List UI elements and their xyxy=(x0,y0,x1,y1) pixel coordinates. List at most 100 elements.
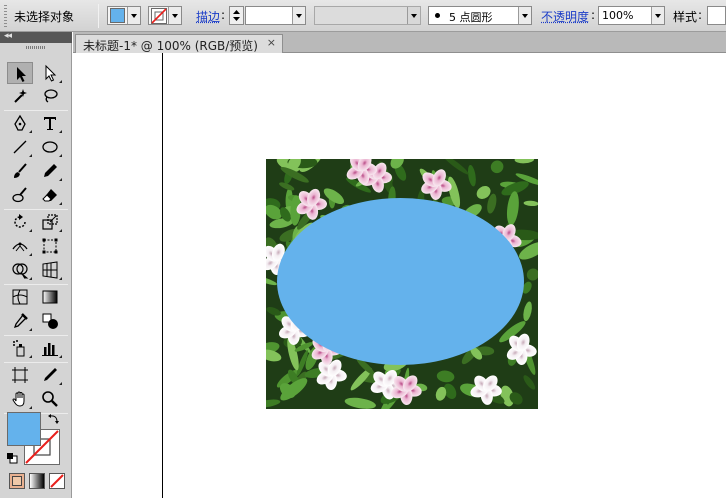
opacity-panel-link[interactable]: 不透明度 xyxy=(541,8,589,25)
perspective-grid-tool[interactable] xyxy=(37,259,63,281)
colon: : xyxy=(591,8,596,22)
zoom-tool[interactable] xyxy=(37,388,63,410)
stroke-panel-link[interactable]: 描边 xyxy=(196,8,220,25)
free-transform-icon xyxy=(42,238,58,254)
hand-tool[interactable] xyxy=(7,388,33,410)
artboard-icon xyxy=(12,367,28,383)
selection-status: 未选择对象 xyxy=(14,10,75,24)
type-tool[interactable] xyxy=(37,112,63,134)
selection-tool[interactable] xyxy=(7,62,33,84)
magic-wand-tool[interactable] xyxy=(7,85,33,107)
document-tab-bar: 未标题-1* @ 100% (RGB/预览) × xyxy=(73,32,726,53)
fill-color-swatch[interactable] xyxy=(7,412,41,446)
free-transform-tool[interactable] xyxy=(37,235,63,257)
tools-panel-header[interactable]: ◂◂ xyxy=(0,31,72,43)
width-tool[interactable] xyxy=(7,235,33,257)
gradient-mode-button[interactable] xyxy=(29,473,45,489)
none-mode-button[interactable] xyxy=(49,473,65,489)
ellipse-tool[interactable] xyxy=(37,136,63,158)
mesh-icon xyxy=(12,289,28,305)
gradient-tool[interactable] xyxy=(37,286,63,308)
selected-ellipse-shape[interactable] xyxy=(277,198,524,365)
width-tool-icon xyxy=(12,242,28,252)
colon: : xyxy=(698,8,703,22)
gradient-icon xyxy=(42,290,58,304)
color-swatch-icon xyxy=(12,476,22,486)
chevron-down-icon[interactable] xyxy=(292,7,305,24)
hand-icon xyxy=(12,391,25,407)
selection-arrow-icon xyxy=(17,67,26,82)
scale-icon xyxy=(42,214,58,230)
rotate-tool[interactable] xyxy=(7,211,33,233)
rotate-icon xyxy=(14,214,26,228)
opacity-field[interactable]: 100% xyxy=(598,6,665,25)
chevron-down-icon[interactable] xyxy=(651,7,664,24)
slice-tool[interactable] xyxy=(37,364,63,386)
pen-tool[interactable] xyxy=(7,112,33,134)
type-t-icon xyxy=(44,117,56,130)
chevron-down-icon[interactable] xyxy=(127,7,140,24)
blend-tool[interactable] xyxy=(37,310,63,332)
swap-fill-stroke-icon[interactable] xyxy=(48,413,60,425)
artboard-edge xyxy=(162,53,163,498)
blend-icon xyxy=(42,313,58,329)
close-icon[interactable]: × xyxy=(267,36,276,49)
tools-panel-grip[interactable] xyxy=(26,46,46,49)
line-segment-icon xyxy=(13,140,27,154)
direct-selection-arrow-icon xyxy=(45,64,57,82)
chevron-down-icon[interactable] xyxy=(518,7,531,24)
default-fill-stroke-icon[interactable] xyxy=(6,452,18,464)
lasso-tool[interactable] xyxy=(37,85,63,107)
line-segment-tool[interactable] xyxy=(7,136,33,158)
eyedropper-icon xyxy=(13,313,28,329)
stroke-color-button[interactable] xyxy=(148,6,182,25)
style-label: 样式 xyxy=(673,10,698,24)
magnifier-icon xyxy=(42,391,58,407)
round-brush-icon xyxy=(435,13,440,18)
direct-selection-tool[interactable] xyxy=(37,62,63,84)
shape-builder-tool[interactable] xyxy=(7,259,33,281)
artboard-tool[interactable] xyxy=(7,364,33,386)
none-swatch-icon xyxy=(151,8,167,24)
shape-builder-icon xyxy=(12,263,29,279)
paintbrush-tool[interactable] xyxy=(7,160,33,182)
symbol-sprayer-icon xyxy=(13,340,25,357)
brush-definition-dropdown[interactable]: 5 点圆形 xyxy=(428,6,532,25)
fill-swatch xyxy=(110,8,125,23)
tools-panel: ◂◂ xyxy=(0,31,72,498)
chevron-down-icon[interactable] xyxy=(407,7,420,24)
paintbrush-icon xyxy=(14,163,27,178)
control-bar-grip[interactable] xyxy=(4,5,7,27)
chevron-down-icon[interactable] xyxy=(168,7,181,24)
blob-brush-icon xyxy=(12,187,27,203)
slice-knife-icon xyxy=(44,368,57,381)
column-graph-tool[interactable] xyxy=(37,337,63,359)
mesh-tool[interactable] xyxy=(7,286,33,308)
control-bar: 未选择对象 描边 : 5 点圆形 不透明度 : 100% 样式: xyxy=(0,0,726,32)
document-tab-title: 未标题-1* @ 100% (RGB/预览) xyxy=(83,39,258,53)
divider xyxy=(98,4,99,28)
fill-color-button[interactable] xyxy=(107,6,141,25)
variable-width-profile[interactable] xyxy=(314,6,421,25)
magic-wand-icon xyxy=(14,89,27,103)
color-mode-button[interactable] xyxy=(9,473,25,489)
eraser-tool[interactable] xyxy=(37,184,63,206)
scale-tool[interactable] xyxy=(37,211,63,233)
stroke-weight-stepper[interactable] xyxy=(229,6,244,25)
pencil-icon xyxy=(44,164,57,177)
stroke-weight-field[interactable] xyxy=(245,6,306,25)
brush-name: 5 点圆形 xyxy=(449,11,493,24)
opacity-value: 100% xyxy=(602,9,634,22)
stepper-arrows-icon xyxy=(233,10,240,21)
blob-brush-tool[interactable] xyxy=(7,184,33,206)
perspective-grid-icon xyxy=(42,261,58,279)
pencil-tool[interactable] xyxy=(37,160,63,182)
symbol-sprayer-tool[interactable] xyxy=(7,337,33,359)
eyedropper-tool[interactable] xyxy=(7,310,33,332)
collapse-panel-icon[interactable]: ◂◂ xyxy=(4,31,12,41)
none-icon xyxy=(50,474,64,488)
pen-nib-icon xyxy=(14,114,26,131)
document-tab[interactable]: 未标题-1* @ 100% (RGB/预览) × xyxy=(75,34,283,53)
document-canvas[interactable] xyxy=(73,53,726,498)
graphic-style-button[interactable] xyxy=(707,6,726,25)
